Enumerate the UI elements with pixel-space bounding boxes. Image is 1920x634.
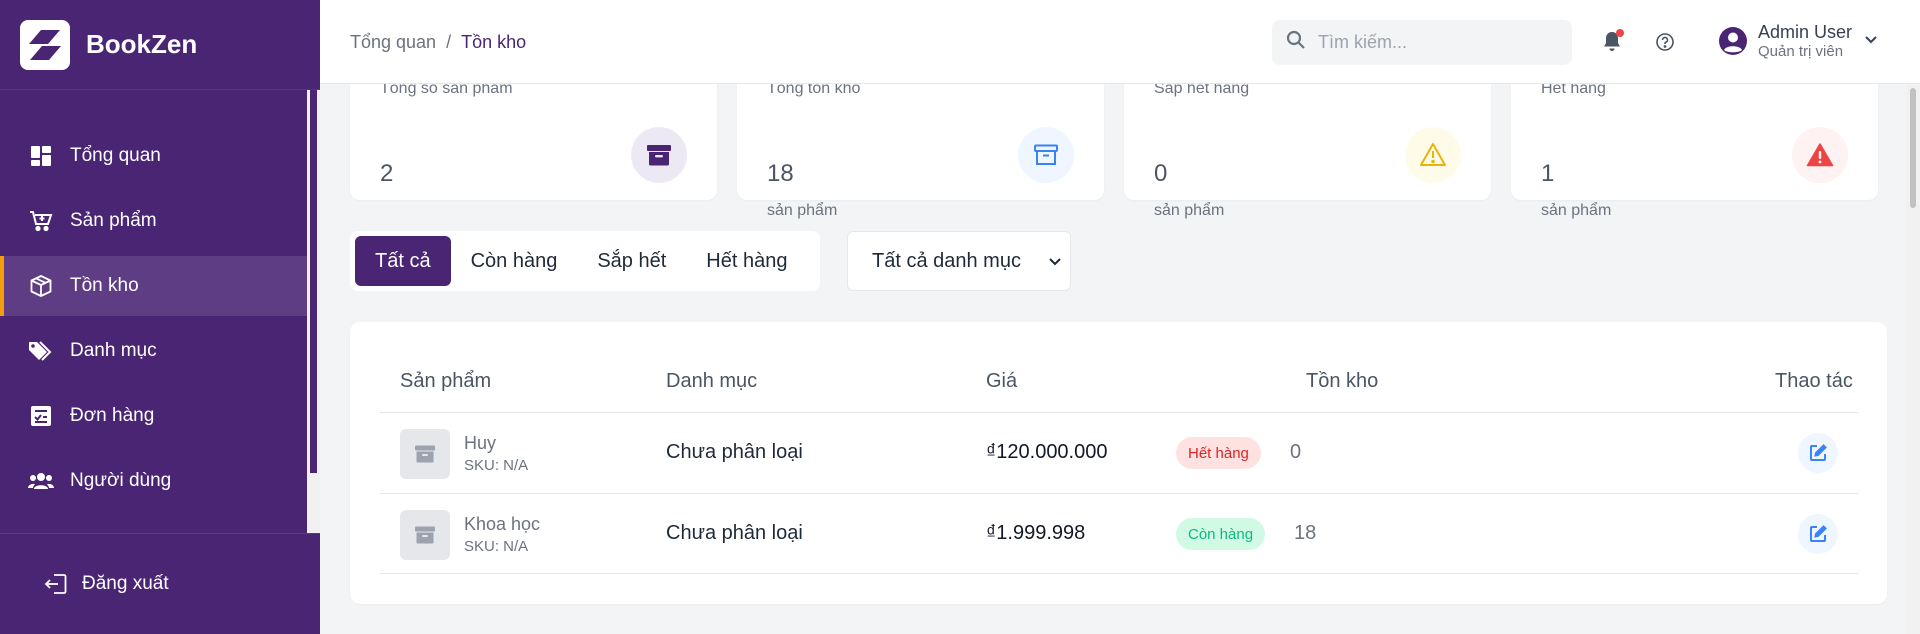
product-price: ₫120.000.000: [986, 441, 1108, 463]
help-button[interactable]: [1651, 28, 1679, 56]
brand-logo-icon: [20, 19, 70, 70]
edit-button[interactable]: [1798, 433, 1838, 473]
warning-outline-icon: [1405, 127, 1461, 183]
sidebar: BookZen Tổng quan Sản phẩm Tồn kho Danh …: [0, 0, 320, 634]
sidebar-item-label: Đơn hàng: [70, 405, 155, 426]
sidebar-item-label: Danh mục: [70, 340, 157, 361]
user-avatar-icon: [1719, 26, 1747, 55]
top-header: Tổng quan / Tồn kho Admin User Quản trị vi…: [320, 0, 1920, 84]
sidebar-scrollbar[interactable]: [307, 90, 320, 533]
sidebar-item-products[interactable]: Sản phẩm: [0, 191, 307, 251]
edit-icon: [1810, 525, 1827, 542]
dashboard-icon: [28, 143, 54, 169]
stat-value: 0: [1154, 160, 1168, 187]
stat-value: 18: [767, 160, 794, 187]
column-header-price: Giá: [986, 370, 1018, 392]
category-select[interactable]: Tất cả danh mục: [847, 231, 1071, 291]
product-name: Huy: [464, 433, 497, 453]
status-badge: Hết hàng: [1176, 437, 1261, 469]
column-header-category: Danh mục: [666, 370, 758, 392]
product-category: Chưa phân loại: [666, 522, 803, 544]
box-icon: [28, 273, 54, 299]
sidebar-item-label: Người dùng: [70, 470, 172, 491]
column-header-product: Sản phẩm: [400, 370, 492, 392]
brand-name: BookZen: [86, 29, 198, 59]
stat-unit: sản phẩm: [1154, 202, 1225, 219]
main-content: Tổng số sản phẩm 2 Tổng tồn kho 18 sản p…: [320, 0, 1906, 634]
table-row: Khoa học SKU: N/A Chưa phân loại ₫1.999.…: [380, 493, 1858, 574]
logout-label: Đăng xuất: [82, 573, 169, 594]
user-role: Quản trị viên: [1758, 42, 1844, 60]
tab-out-of-stock[interactable]: Hết hàng: [686, 236, 807, 286]
users-icon: [28, 468, 54, 494]
product-sku: SKU: N/A: [464, 457, 529, 474]
stock-quantity: 0: [1290, 441, 1302, 463]
cart-icon: [28, 208, 54, 234]
stock-quantity: 18: [1294, 522, 1317, 544]
notification-button[interactable]: [1598, 28, 1626, 56]
product-category: Chưa phân loại: [666, 441, 803, 463]
user-menu[interactable]: Admin User Quản trị viên: [1718, 22, 1878, 60]
sidebar-item-inventory[interactable]: Tồn kho: [0, 256, 307, 316]
tab-all[interactable]: Tất cả: [355, 236, 451, 286]
category-select-value: Tất cả danh mục: [872, 249, 1021, 272]
tab-in-stock[interactable]: Còn hàng: [451, 236, 578, 286]
archive-icon: [631, 127, 687, 183]
archive-outline-icon: [1018, 127, 1074, 183]
edit-button[interactable]: [1798, 514, 1838, 554]
chevron-down-icon: [1864, 32, 1878, 50]
product-sku: SKU: N/A: [464, 538, 529, 555]
sidebar-item-categories[interactable]: Danh mục: [0, 321, 307, 381]
stat-value: 1: [1541, 160, 1555, 187]
sidebar-item-users[interactable]: Người dùng: [0, 451, 307, 511]
product-price: ₫1.999.998: [986, 522, 1086, 544]
breadcrumb-current: Tồn kho: [461, 32, 527, 52]
sidebar-item-hidden[interactable]: [0, 516, 307, 533]
stat-unit: sản phẩm: [1541, 202, 1612, 219]
breadcrumb: Tổng quan / Tồn kho: [350, 32, 526, 53]
product-name: Khoa học: [464, 514, 541, 534]
sidebar-item-label: Tổng quan: [70, 145, 161, 166]
stock-filter-tabs: Tất cả Còn hàng Sắp hết Hết hàng: [350, 231, 820, 291]
logout-button[interactable]: Đăng xuất: [0, 533, 320, 634]
logout-icon: [44, 573, 68, 595]
column-header-actions: Thao tác: [1775, 370, 1853, 392]
main-scrollbar-thumb[interactable]: [1910, 88, 1916, 208]
sidebar-item-label: Tồn kho: [70, 275, 139, 296]
user-name: Admin User: [1758, 22, 1853, 42]
help-icon: [1656, 33, 1674, 51]
sidebar-item-orders[interactable]: Đơn hàng: [0, 386, 307, 446]
sidebar-scrollbar-thumb[interactable]: [310, 90, 317, 473]
breadcrumb-separator: /: [446, 32, 452, 52]
inventory-table: Sản phẩm Danh mục Giá Tồn kho Thao tác H…: [350, 322, 1887, 604]
warning-solid-icon: [1792, 127, 1848, 183]
search-input[interactable]: [1318, 32, 1558, 53]
sidebar-nav: Tổng quan Sản phẩm Tồn kho Danh mục Đơn …: [0, 90, 307, 533]
edit-icon: [1810, 444, 1827, 461]
status-badge: Còn hàng: [1176, 518, 1266, 550]
search-icon: [1286, 30, 1306, 55]
main-scrollbar[interactable]: [1906, 84, 1920, 634]
breadcrumb-root-link[interactable]: Tổng quan: [350, 32, 436, 52]
search-box: [1272, 20, 1572, 65]
sidebar-item-label: Sản phẩm: [70, 210, 157, 231]
tags-icon: [28, 338, 54, 364]
table-row: Huy SKU: N/A Chưa phân loại ₫120.000.000…: [380, 412, 1858, 493]
stat-value: 2: [380, 160, 394, 187]
chevron-down-icon: [1048, 250, 1062, 273]
tab-low-stock[interactable]: Sắp hết: [577, 236, 686, 286]
sidebar-item-overview[interactable]: Tổng quan: [0, 126, 307, 186]
column-header-stock: Tồn kho: [1306, 370, 1379, 392]
product-placeholder-icon: [400, 429, 450, 479]
notification-dot: [1616, 29, 1624, 37]
order-list-icon: [28, 403, 54, 429]
stat-unit: sản phẩm: [767, 202, 838, 219]
product-placeholder-icon: [400, 510, 450, 560]
brand[interactable]: BookZen: [0, 0, 320, 90]
